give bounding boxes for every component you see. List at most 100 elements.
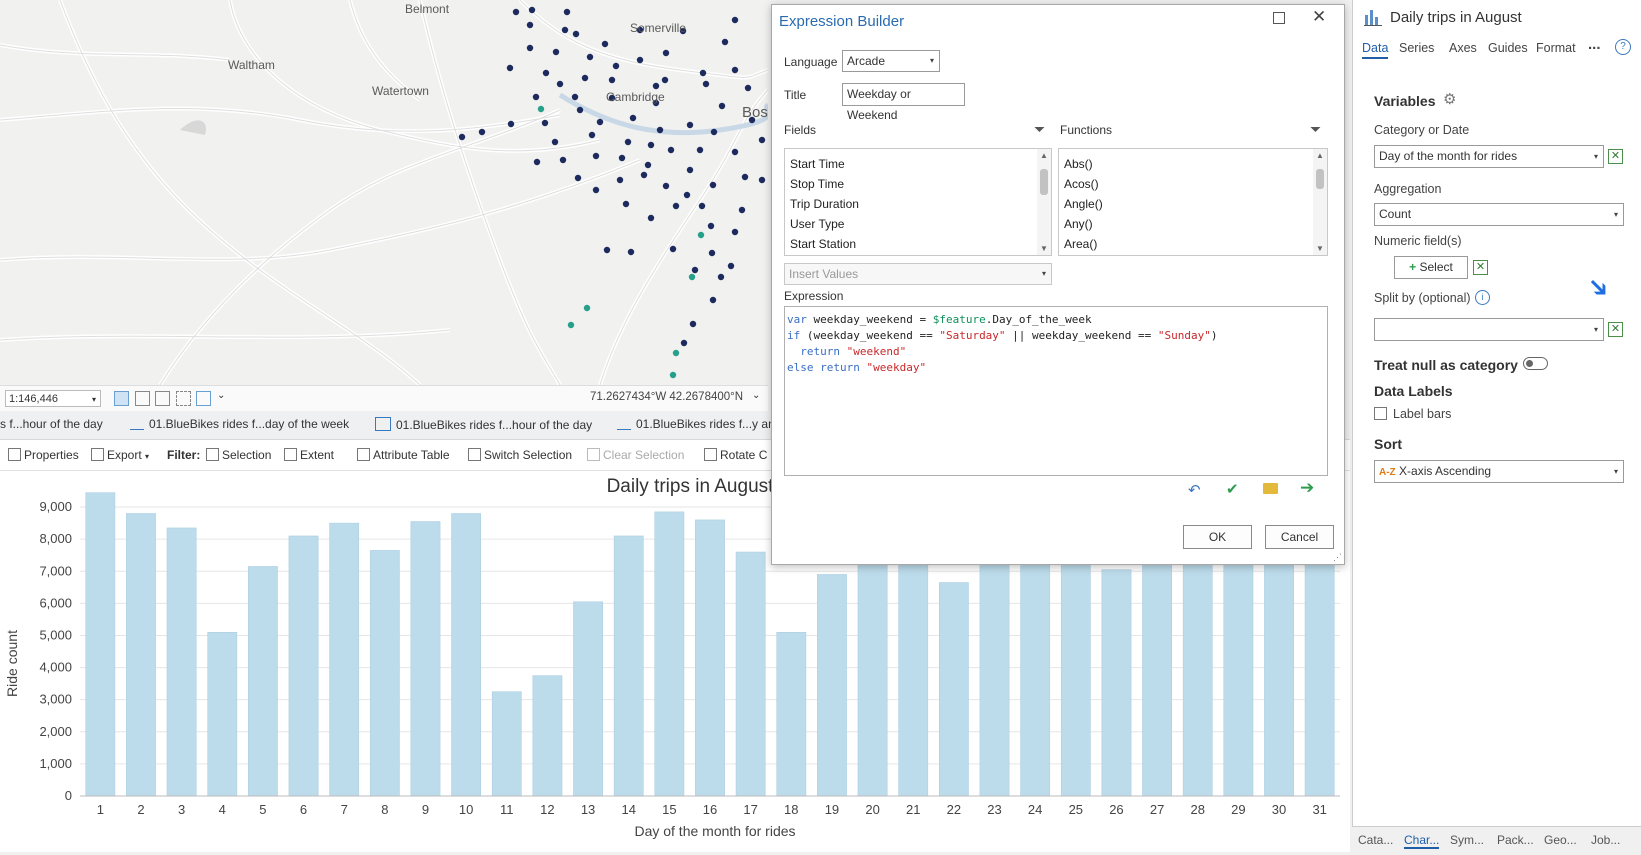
treat-null-toggle[interactable]: [1523, 357, 1548, 370]
station-dot: [708, 249, 716, 257]
tab-series[interactable]: Series: [1399, 41, 1434, 55]
properties-label: Properties: [24, 448, 79, 462]
x-tick-label: 27: [1150, 802, 1164, 817]
split-by-select[interactable]: ▾: [1374, 318, 1604, 341]
fields-list[interactable]: Start Time Stop Time Trip Duration User …: [784, 148, 1052, 256]
verify-check-icon[interactable]: ✔: [1226, 480, 1239, 498]
tab-data[interactable]: Data: [1362, 41, 1389, 59]
tab-chart[interactable]: Char...: [1404, 833, 1440, 849]
map-canvas[interactable]: [0, 0, 768, 385]
gear-icon[interactable]: ⚙: [1443, 90, 1456, 108]
snapping-icon[interactable]: [155, 391, 170, 406]
arrow-right-icon[interactable]: ➔: [1300, 478, 1314, 498]
chevron-up-icon[interactable]: ▲: [1040, 151, 1048, 160]
expression-editor[interactable]: var weekday_weekend = $feature.Day_of_th…: [784, 306, 1328, 476]
ok-button[interactable]: OK: [1183, 525, 1252, 549]
attribute-table-button[interactable]: Attribute Table: [357, 448, 450, 462]
code-text: .Day_of_the_week: [985, 313, 1092, 326]
list-item[interactable]: Any(): [1064, 217, 1093, 231]
filter-icon: [284, 448, 297, 461]
grid-icon[interactable]: [135, 391, 150, 406]
filter-icon[interactable]: ⏷: [1034, 121, 1045, 138]
chevron-down-icon[interactable]: ▼: [1040, 244, 1048, 253]
undo-icon[interactable]: ↶: [1188, 481, 1201, 499]
tab-jobs[interactable]: Job...: [1591, 833, 1620, 847]
clear-selection-button[interactable]: Clear Selection: [587, 448, 684, 462]
tab-day-of-week[interactable]: 01.BlueBikes rides f...day of the week: [130, 417, 349, 431]
list-item[interactable]: Area(): [1064, 237, 1097, 251]
fields-scrollbar[interactable]: ▲ ▼: [1037, 149, 1051, 255]
list-item[interactable]: Start Station: [790, 237, 856, 251]
insert-values-select[interactable]: Insert Values ▾: [784, 263, 1052, 285]
tab-geoprocessing[interactable]: Geo...: [1544, 833, 1577, 847]
station-dot: [647, 141, 655, 149]
list-item[interactable]: Start Time: [790, 157, 845, 171]
cancel-button[interactable]: Cancel: [1265, 525, 1334, 549]
tab-catalog[interactable]: Cata...: [1358, 833, 1393, 847]
scroll-thumb[interactable]: [1040, 169, 1048, 195]
category-select[interactable]: Day of the month for rides ▾: [1374, 145, 1604, 168]
tab-day-and[interactable]: 01.BlueBikes rides f...y an: [617, 417, 775, 431]
more-options[interactable]: ...: [1588, 36, 1601, 53]
sort-select[interactable]: A-Z X-axis Ascending ▾: [1374, 460, 1624, 483]
list-item[interactable]: Acos(): [1064, 177, 1099, 191]
list-item[interactable]: Abs(): [1064, 157, 1093, 171]
station-dot: [622, 200, 630, 208]
chevron-up-icon[interactable]: ▲: [1316, 151, 1324, 160]
list-item[interactable]: User Type: [790, 217, 844, 231]
tab-hour-of-day-2[interactable]: 01.BlueBikes rides f...hour of the day: [375, 417, 592, 432]
resize-grip-icon[interactable]: ⋰: [1333, 552, 1342, 563]
scale-selector[interactable]: 1:146,446 ▾: [5, 390, 101, 407]
filter-selection-button[interactable]: Selection: [206, 448, 271, 462]
station-dot: [709, 181, 717, 189]
export-button[interactable]: Export ▾: [91, 448, 149, 462]
constraint-icon[interactable]: [196, 391, 211, 406]
open-folder-icon[interactable]: [1263, 483, 1278, 494]
x-tick-label: 23: [987, 802, 1001, 817]
list-item[interactable]: Trip Duration: [790, 197, 859, 211]
tab-package[interactable]: Pack...: [1497, 833, 1534, 847]
bar: [573, 601, 603, 797]
aggregation-value: Count: [1379, 207, 1412, 221]
tab-guides[interactable]: Guides: [1488, 41, 1528, 55]
clear-split-icon[interactable]: ✕: [1608, 322, 1623, 337]
scroll-thumb[interactable]: [1316, 169, 1324, 189]
tab-hour-of-day-1[interactable]: s f...hour of the day: [0, 417, 103, 431]
station-dot: [559, 156, 567, 164]
map-view[interactable]: Belmont Somerville Waltham Watertown Cam…: [0, 0, 768, 385]
chevron-down-icon[interactable]: ▼: [1316, 244, 1324, 253]
clear-category-icon[interactable]: ✕: [1608, 149, 1623, 164]
table-chart-icon: [375, 417, 391, 431]
tab-format[interactable]: Format: [1536, 41, 1576, 55]
switch-selection-button[interactable]: Switch Selection: [468, 448, 572, 462]
clear-numeric-icon[interactable]: ✕: [1473, 260, 1488, 275]
close-icon[interactable]: ✕: [1312, 7, 1326, 27]
navigate-icon[interactable]: [114, 391, 129, 406]
aggregation-select[interactable]: Count ▾: [1374, 203, 1624, 226]
title-input[interactable]: Weekday or Weekend: [842, 83, 965, 122]
arrow-annotation-icon: ➔: [1580, 268, 1618, 306]
language-select[interactable]: Arcade ▾: [842, 50, 940, 72]
tab-symbology[interactable]: Sym...: [1450, 833, 1484, 847]
functions-list[interactable]: Abs() Acos() Angle() Any() Area() ▲ ▼: [1058, 148, 1328, 256]
chevron-down-icon[interactable]: ⌄: [217, 390, 225, 401]
chevron-down-icon[interactable]: ⌄: [752, 390, 760, 401]
properties-button[interactable]: Properties: [8, 448, 79, 462]
label-bars-checkbox[interactable]: [1374, 407, 1387, 420]
list-item[interactable]: Angle(): [1064, 197, 1103, 211]
clear-icon: [587, 448, 600, 461]
functions-scrollbar[interactable]: ▲ ▼: [1313, 149, 1327, 255]
tab-axes[interactable]: Axes: [1449, 41, 1477, 55]
select-fields-button[interactable]: + Select: [1394, 256, 1468, 279]
maximize-icon[interactable]: [1273, 12, 1285, 24]
chevron-down-icon: ▾: [1593, 325, 1598, 334]
list-item[interactable]: Stop Time: [790, 177, 844, 191]
info-icon[interactable]: i: [1475, 290, 1490, 305]
road: [418, 0, 562, 385]
help-icon[interactable]: ?: [1615, 39, 1631, 55]
filter-icon[interactable]: ⏷: [1310, 121, 1321, 138]
filter-extent-button[interactable]: Extent: [284, 448, 334, 462]
rotate-button[interactable]: Rotate C: [704, 448, 767, 462]
bar-chart-icon: [1364, 8, 1382, 26]
crosshair-icon[interactable]: [176, 391, 191, 406]
